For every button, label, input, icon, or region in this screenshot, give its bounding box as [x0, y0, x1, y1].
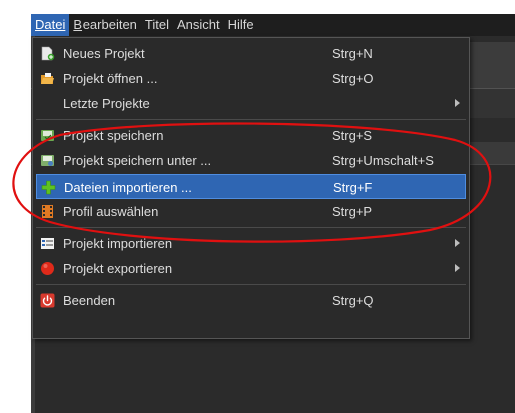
menu-item-open-project[interactable]: Projekt öffnen ... Strg+O [36, 66, 466, 91]
menu-titel[interactable]: Titel [141, 14, 173, 36]
submenu-arrow-icon [455, 239, 460, 247]
new-project-icon [41, 46, 55, 61]
panel-row [470, 142, 515, 164]
menu-item-label: Neues Projekt [63, 46, 145, 61]
menu-item-label: Projekt speichern unter ... [63, 153, 212, 168]
menu-hilfe[interactable]: Hilfe [224, 14, 258, 36]
menu-item-label: Projekt exportieren [63, 261, 173, 276]
menu-separator [36, 284, 466, 285]
toolbar-strip [470, 42, 515, 88]
menu-item-label: Projekt öffnen ... [63, 71, 158, 86]
menu-item-select-profile[interactable]: Profil auswählen Strg+P [36, 199, 466, 224]
menu-bar: Datei BBearbeiten Titel Ansicht Hilfe [31, 14, 515, 36]
menu-item-label: Projekt speichern [63, 128, 164, 143]
menu-item-shortcut: Strg+F [333, 180, 373, 195]
menu-separator [36, 119, 466, 120]
menu-item-exit[interactable]: Beenden Strg+Q [36, 288, 466, 313]
menu-bearbeiten-label: Bearbeiten [74, 17, 137, 32]
menu-item-import-project[interactable]: Projekt importieren [36, 231, 466, 256]
menu-separator [36, 227, 466, 228]
menu-item-save-project[interactable]: Projekt speichern Strg+S [36, 123, 466, 148]
menu-item-save-project-as[interactable]: Projekt speichern unter ... Strg+Umschal… [36, 148, 466, 173]
panel-header [470, 88, 515, 118]
menu-item-import-files[interactable]: Dateien importieren ... Strg+F [36, 174, 466, 199]
file-menu: Neues Projekt Strg+N Projekt öffnen ... … [32, 37, 470, 339]
menu-bearbeiten[interactable]: BBearbeiten [69, 14, 141, 36]
red-circle-icon [41, 262, 54, 275]
menu-item-shortcut: Strg+Umschalt+S [332, 153, 434, 168]
menu-item-shortcut: Strg+P [332, 204, 373, 219]
save-as-icon [41, 155, 54, 166]
menu-item-label: Dateien importieren ... [64, 180, 192, 195]
save-project-icon [41, 130, 54, 141]
menu-item-label: Letzte Projekte [63, 96, 150, 111]
menu-item-label: Beenden [63, 293, 116, 308]
import-project-icon [41, 238, 54, 249]
menu-item-shortcut: Strg+O [332, 71, 374, 86]
plus-icon [41, 180, 56, 195]
open-folder-icon [41, 73, 54, 84]
film-profile-icon [42, 205, 53, 218]
menu-item-shortcut: Strg+Q [332, 293, 374, 308]
menu-item-label: Projekt importieren [63, 236, 173, 251]
power-icon [40, 293, 55, 308]
menu-item-new-project[interactable]: Neues Projekt Strg+N [36, 41, 466, 66]
menu-item-label: Profil auswählen [63, 204, 159, 219]
menu-item-recent-projects[interactable]: Letzte Projekte [36, 91, 466, 116]
submenu-arrow-icon [455, 264, 460, 272]
submenu-arrow-icon [455, 99, 460, 107]
menu-item-shortcut: Strg+S [332, 128, 373, 143]
menu-ansicht[interactable]: Ansicht [173, 14, 224, 36]
menu-item-shortcut: Strg+N [332, 46, 373, 61]
menu-datei[interactable]: Datei [31, 14, 70, 36]
menu-item-export-project[interactable]: Projekt exportieren [36, 256, 466, 281]
